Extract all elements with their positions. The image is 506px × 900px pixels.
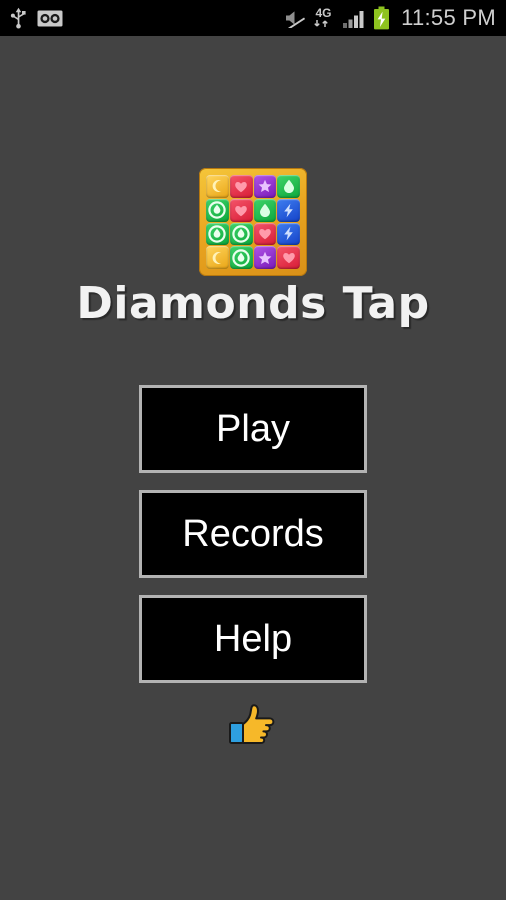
heart-icon [234,180,248,193]
moon-icon [210,179,224,193]
droplet-icon [283,179,295,194]
network-4g-icon: 4G [312,6,335,30]
app-icon [199,168,307,276]
voicemail-icon [37,10,63,27]
ring-droplet-icon [208,225,227,243]
bolt-icon [283,203,294,218]
gem-tile [277,246,300,269]
heart-icon [282,251,296,264]
gem-tile [206,246,229,269]
thumbs-up-icon[interactable] [228,704,278,752]
main-menu: Play Records Help [139,385,367,700]
gem-tile [229,198,253,222]
mute-icon [283,8,306,32]
svg-text:4G: 4G [316,6,332,20]
signal-bars-icon [342,8,366,28]
status-bar: 4G 11:55 PM [0,0,506,36]
battery-charging-icon [373,6,390,30]
gem-tile [277,222,300,246]
play-button[interactable]: Play [139,385,367,473]
gem-tile [253,175,277,198]
gem-tile [253,222,277,246]
gem-tile [277,175,300,198]
status-clock: 11:55 PM [401,5,496,30]
page-title: Diamonds Tap [76,278,430,329]
moon-icon [210,251,224,265]
records-button[interactable]: Records [139,490,367,578]
star-icon [258,251,272,265]
gem-tile [277,198,300,222]
gem-tile [229,175,253,198]
status-bar-right-icons: 4G 11:55 PM [283,5,496,32]
help-button[interactable]: Help [139,595,367,683]
thumbs-up-container [0,702,506,748]
bolt-icon [283,226,294,241]
heart-icon [234,204,248,217]
gem-tile [206,198,229,222]
ring-droplet-icon [208,201,227,219]
droplet-icon [259,203,271,218]
app-screen: 4G 11:55 PM Diamonds Tap Play Records He… [0,0,506,900]
ring-droplet-icon [232,225,250,243]
gem-tile [229,222,253,246]
gem-grid [206,175,300,269]
gem-tile [253,246,277,269]
gem-tile [206,175,229,198]
ring-droplet-icon [232,248,250,267]
gem-tile [253,198,277,222]
heart-icon [258,227,272,240]
gem-tile [206,222,229,246]
gem-tile [229,246,253,269]
usb-icon [10,7,27,29]
star-icon [258,179,272,193]
status-bar-left-icons [10,7,63,29]
